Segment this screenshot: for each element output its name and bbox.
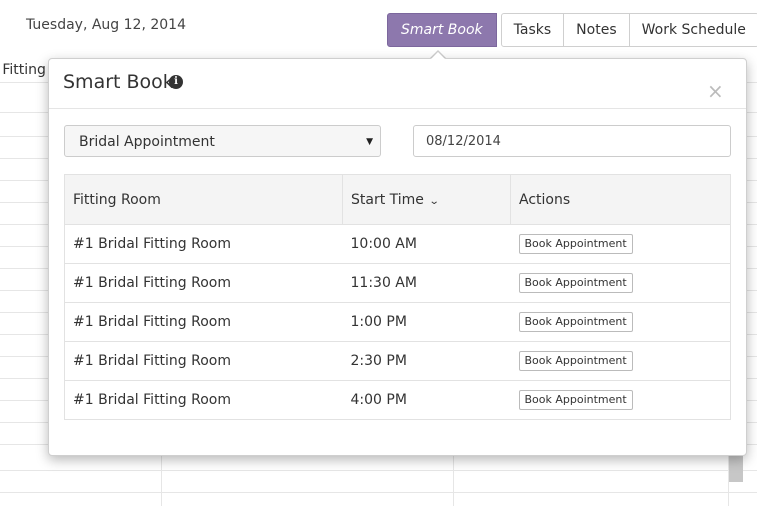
dropdown-caret-icon: ▼ [366,137,373,147]
table-header-row: Fitting Room Start Time ⌄ Actions [64,174,731,225]
table-row: #1 Bridal Fitting Room 4:00 PM Book Appo… [64,380,731,420]
fitting-room-cell: #1 Bridal Fitting Room [64,302,343,342]
sort-chevron-down-icon: ⌄ [428,195,440,207]
tasks-button[interactable]: Tasks [500,13,565,47]
table-row: #1 Bridal Fitting Room 1:00 PM Book Appo… [64,302,731,342]
column-header-fitting-room[interactable]: Fitting Room [64,174,343,225]
start-time-cell: 4:00 PM [342,380,511,420]
date-input[interactable]: 08/12/2014 [413,125,731,157]
table-row: #1 Bridal Fitting Room 10:00 AM Book App… [64,224,731,264]
table-row: #1 Bridal Fitting Room 11:30 AM Book App… [64,263,731,303]
popover-title: Smart Book [63,71,174,93]
start-time-cell: 10:00 AM [342,224,511,264]
book-appointment-button[interactable]: Book Appointment [518,351,633,371]
background-scrollbar-thumb[interactable] [729,452,743,482]
fitting-room-cell: #1 Bridal Fitting Room [64,341,343,381]
current-date: Tuesday, Aug 12, 2014 [26,17,186,33]
start-time-cell: 11:30 AM [342,263,511,303]
table-row: #1 Bridal Fitting Room 2:30 PM Book Appo… [64,341,731,381]
book-appointment-button[interactable]: Book Appointment [518,312,633,332]
fitting-room-cell: #1 Bridal Fitting Room [64,263,343,303]
appointment-type-select[interactable]: Bridal Appointment ▼ [64,125,381,157]
book-appointment-button[interactable]: Book Appointment [518,273,633,293]
notes-button[interactable]: Notes [563,13,630,47]
fitting-room-cell: #1 Bridal Fitting Room [64,380,343,420]
popover-header: Smart Book i × [49,59,746,109]
available-slots-table: Fitting Room Start Time ⌄ Actions #1 Brid… [64,174,731,420]
close-icon[interactable]: × [707,81,724,101]
book-appointment-button[interactable]: Book Appointment [518,234,633,254]
smart-book-button[interactable]: Smart Book [387,13,497,47]
background-column-label: l Fitting [0,62,46,78]
appointment-type-value: Bridal Appointment [79,134,215,150]
fitting-room-cell: #1 Bridal Fitting Room [64,224,343,264]
book-appointment-button[interactable]: Book Appointment [518,390,633,410]
column-header-start-time[interactable]: Start Time ⌄ [342,174,511,225]
popover-arrow-inner [431,52,445,59]
start-time-cell: 2:30 PM [342,341,511,381]
start-time-cell: 1:00 PM [342,302,511,342]
view-toolbar: Smart Book Tasks Notes Work Schedule [387,13,757,47]
smart-book-popover: Smart Book i × Bridal Appointment ▼ 08/1… [48,58,747,456]
column-header-actions: Actions [510,174,731,225]
info-icon[interactable]: i [169,75,183,89]
work-schedule-button[interactable]: Work Schedule [628,13,757,47]
